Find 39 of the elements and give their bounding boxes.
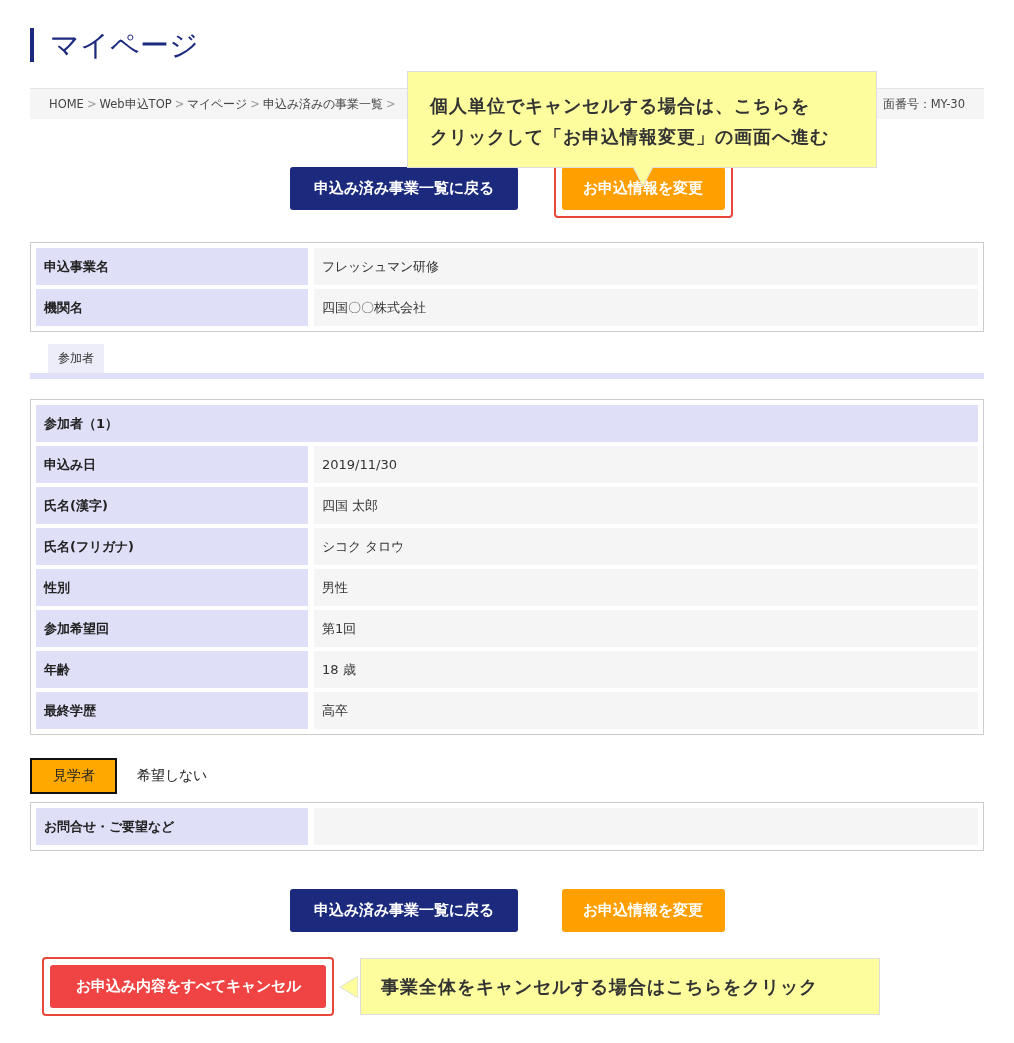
breadcrumb-separator: >: [250, 97, 260, 111]
page-title: マイページ: [30, 28, 199, 62]
field-label: 最終学歴: [36, 692, 308, 729]
field-label: 氏名(フリガナ): [36, 528, 308, 565]
callout: 事業全体をキャンセルする場合はこちらをクリック: [360, 958, 880, 1015]
field-label: 年齢: [36, 651, 308, 688]
field-value: 四国〇〇株式会社: [314, 289, 978, 326]
field-value: フレッシュマン研修: [314, 248, 978, 285]
breadcrumb-link[interactable]: マイページ: [187, 96, 248, 112]
back-button[interactable]: 申込み済み事業一覧に戻る: [289, 889, 518, 932]
table-heading: 参加者（1）: [36, 405, 978, 442]
field-label: 氏名(漢字): [36, 487, 308, 524]
field-value: 四国 太郎: [314, 487, 978, 524]
screen-id: 面番号：MY-30: [882, 96, 965, 112]
field-value: 第1回: [314, 610, 978, 647]
field-label: 参加希望回: [36, 610, 308, 647]
callout-pointer: [340, 975, 358, 998]
breadcrumb-separator: >: [174, 97, 185, 111]
field-label: お問合せ・ご要望など: [36, 808, 308, 845]
cancel-all-button[interactable]: お申込み内容をすべてキャンセル: [50, 965, 326, 1008]
visitor-value: 希望しない: [137, 767, 207, 785]
back-button[interactable]: 申込み済み事業一覧に戻る: [289, 167, 518, 210]
field-label: 申込事業名: [36, 248, 308, 285]
visitor-label: 見学者: [30, 758, 117, 794]
field-value: 2019/11/30: [314, 446, 978, 483]
callout: 個人単位でキャンセルする場合は、こちらを クリックして「お申込情報変更」の画面へ進む: [407, 71, 877, 168]
field-label: 申込み日: [36, 446, 308, 483]
tab[interactable]: 参加者: [48, 344, 104, 373]
breadcrumb-link[interactable]: 申込み済みの事業一覧: [262, 96, 383, 112]
field-value: 高卒: [314, 692, 978, 729]
field-label: 性別: [36, 569, 308, 606]
field-label: 機関名: [36, 289, 308, 326]
breadcrumb-link[interactable]: Web申込TOP: [99, 96, 172, 112]
field-value: 18 歳: [314, 651, 978, 688]
field-value: 男性: [314, 569, 978, 606]
field-value: シコク タロウ: [314, 528, 978, 565]
breadcrumb-separator: >: [385, 97, 396, 111]
breadcrumb-link[interactable]: HOME: [49, 97, 84, 111]
breadcrumb-separator: >: [86, 97, 97, 111]
